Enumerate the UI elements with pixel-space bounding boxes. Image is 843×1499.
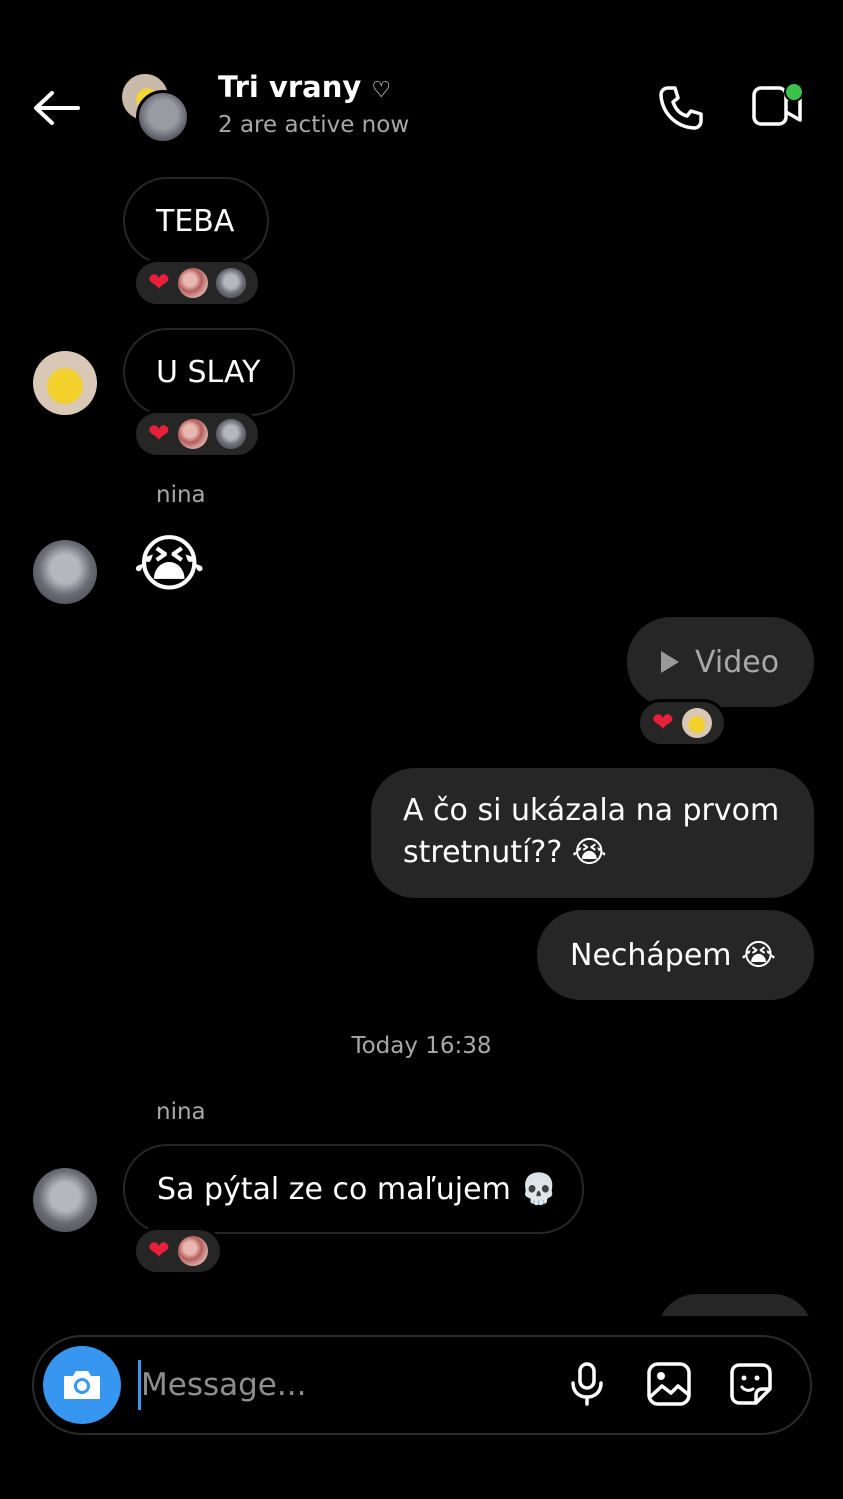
message-bubble-partial[interactable] <box>657 1294 813 1316</box>
message-bubble[interactable]: U SLAY <box>123 328 295 416</box>
camera-button[interactable] <box>43 1346 121 1424</box>
video-call-button[interactable] <box>748 80 810 132</box>
reactor-avatar <box>215 419 246 449</box>
emoji-message[interactable]: 😭 <box>133 533 205 595</box>
message-text: stretnutí?? 😭 <box>403 835 607 870</box>
message-text: TEBA <box>156 203 235 239</box>
message-bubble[interactable]: Nechápem 😭 <box>537 910 814 1000</box>
sender-avatar[interactable] <box>33 1168 97 1232</box>
message-reactions[interactable]: ❤ <box>637 699 727 747</box>
message-bubble[interactable]: TEBA <box>123 177 269 265</box>
video-message[interactable]: Video <box>627 617 814 707</box>
play-icon <box>661 651 679 673</box>
microphone-icon <box>571 1362 603 1406</box>
message-bubble[interactable]: A čo si ukázala na prvom stretnutí?? 😭 <box>371 768 814 898</box>
sticker-button[interactable] <box>727 1360 775 1408</box>
phone-icon <box>659 86 703 130</box>
voice-message-button[interactable] <box>563 1360 611 1408</box>
active-status: 2 are active now <box>218 112 410 138</box>
group-avatar[interactable] <box>120 72 190 144</box>
reactor-avatar <box>177 419 208 449</box>
member-avatar-cat <box>136 90 190 144</box>
reactor-avatar <box>215 268 246 298</box>
message-input[interactable] <box>138 1360 541 1410</box>
message-text: U SLAY <box>156 354 261 390</box>
sender-avatar[interactable] <box>33 540 97 604</box>
heart-reaction-icon: ❤ <box>652 708 674 738</box>
message-text: Sa pýtal ze co maľujem 💀 <box>157 1171 558 1207</box>
message-text: A čo si ukázala na prvom <box>403 793 780 828</box>
message-text: Nechápem 😭 <box>570 937 777 973</box>
heart-reaction-icon: ❤ <box>148 268 170 298</box>
arrow-left-icon <box>34 91 80 125</box>
sender-avatar[interactable] <box>33 351 97 415</box>
image-icon <box>647 1362 691 1406</box>
heart-reaction-icon: ❤ <box>148 1236 170 1266</box>
back-button[interactable] <box>28 84 86 132</box>
timestamp: Today 16:38 <box>351 1033 492 1059</box>
chat-title[interactable]: Tri vrany ♡ <box>218 70 391 104</box>
chat-title-text: Tri vrany <box>218 70 362 104</box>
message-reactions[interactable]: ❤ <box>133 410 261 458</box>
message-reactions[interactable]: ❤ <box>133 259 261 307</box>
voice-call-button[interactable] <box>654 82 706 134</box>
heart-reaction-icon: ❤ <box>148 419 170 449</box>
video-label: Video <box>695 644 780 680</box>
reactor-avatar <box>681 708 712 738</box>
message-reactions[interactable]: ❤ <box>133 1227 223 1275</box>
sender-name: nina <box>156 1099 206 1125</box>
camera-icon <box>64 1371 100 1399</box>
reactor-avatar <box>177 1236 208 1266</box>
sender-name: nina <box>156 482 206 508</box>
message-bubble[interactable]: Sa pýtal ze co maľujem 💀 <box>123 1144 584 1234</box>
gallery-button[interactable] <box>645 1360 693 1408</box>
heart-outline-icon: ♡ <box>371 78 392 103</box>
sticker-icon <box>730 1363 772 1405</box>
online-indicator <box>784 82 804 102</box>
reactor-avatar <box>177 268 208 298</box>
